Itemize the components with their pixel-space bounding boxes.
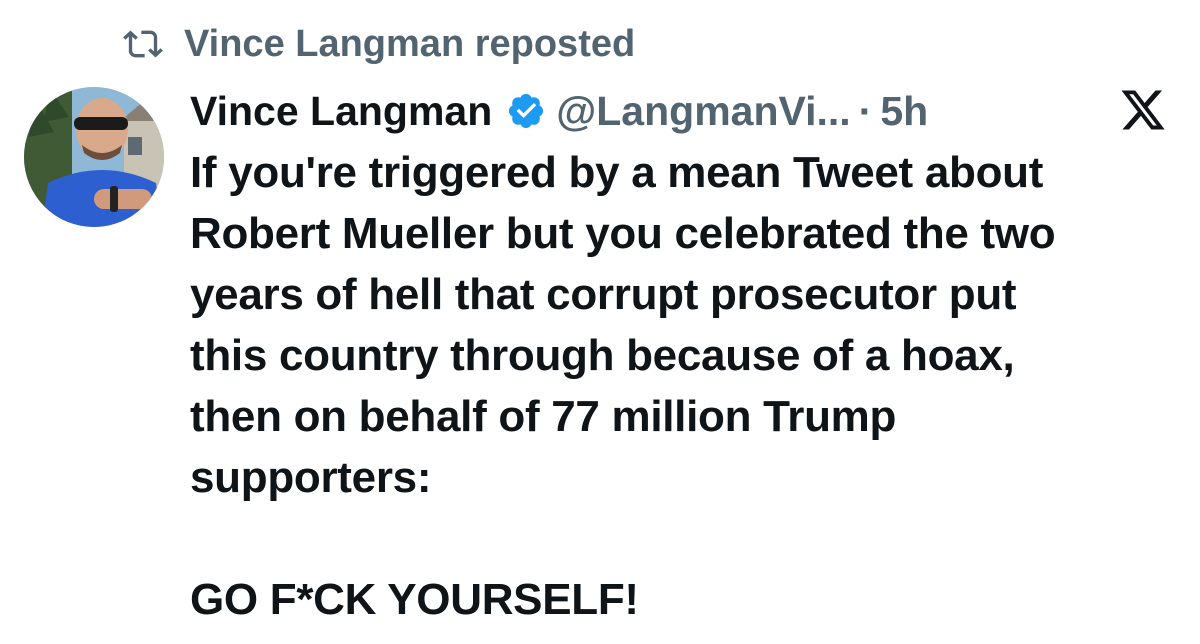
author-name[interactable]: Vince Langman — [190, 88, 492, 135]
tweet-timestamp[interactable]: 5h — [880, 88, 928, 135]
repost-label: Vince Langman reposted — [184, 22, 636, 65]
tweet-text-line: years of hell that corrupt prosecutor pu… — [190, 270, 1017, 319]
verified-badge-icon — [509, 93, 544, 129]
avatar-photo — [24, 87, 164, 227]
tweet-text: If you're triggered by a mean Tweet abou… — [190, 142, 1180, 630]
avatar[interactable] — [24, 87, 164, 227]
tweet-closing-line: GO F*CK YOURSELF! — [190, 575, 639, 624]
repost-icon — [123, 30, 163, 58]
x-logo-icon — [1121, 90, 1165, 130]
tweet-text-line: this country through because of a hoax, — [190, 331, 1015, 380]
tweet-header: Vince Langman @LangmanVi... · 5h — [190, 82, 928, 140]
tweet-text-line: If you're triggered by a mean Tweet abou… — [190, 148, 1044, 197]
tweet-text-line: then on behalf of 77 million Trump — [190, 392, 897, 441]
tweet-text-line: supporters: — [190, 453, 432, 502]
meta-separator: · — [858, 87, 873, 134]
repost-header[interactable]: Vince Langman reposted — [120, 18, 635, 70]
author-handle[interactable]: @LangmanVi... — [556, 88, 850, 135]
tweet-text-line: Robert Mueller but you celebrated the tw… — [190, 209, 1056, 258]
